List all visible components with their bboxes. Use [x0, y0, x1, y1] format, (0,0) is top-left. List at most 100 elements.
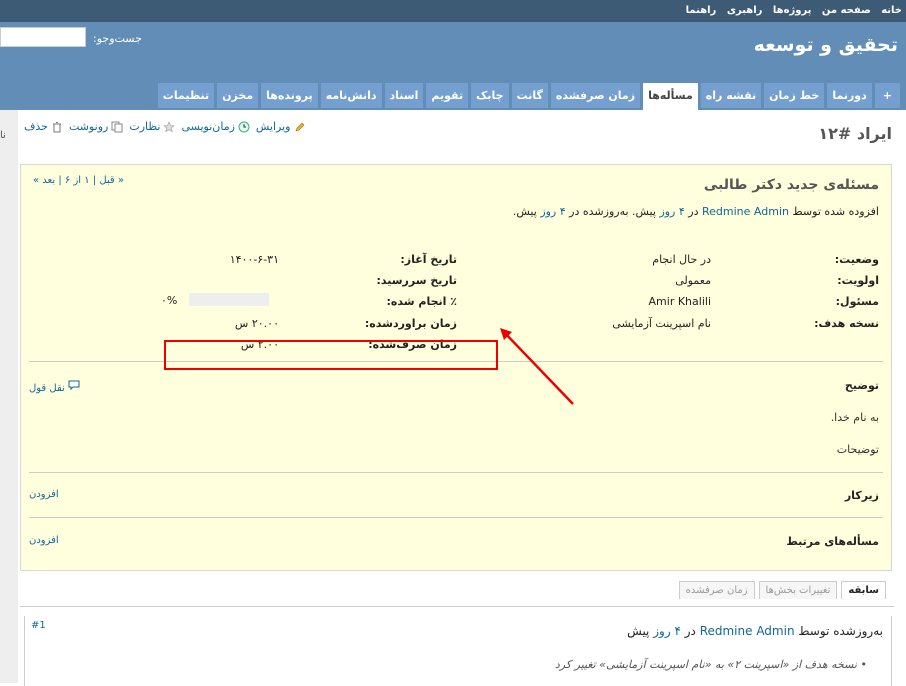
target-version-label: نسخه هدف: — [814, 317, 879, 330]
top-menu-projects[interactable]: پروژه‌ها — [773, 5, 812, 16]
copy-icon — [111, 121, 123, 132]
edit-label: ویرایش — [255, 120, 291, 133]
tab-property-changes[interactable]: تغییرات بخش‌ها — [758, 581, 838, 599]
journal-mid: در — [684, 624, 696, 638]
header: تحقیق و توسعه جست‌وجو: + دورنما خط زمان … — [0, 22, 906, 110]
tab-roadmap[interactable]: نقشه راه — [700, 83, 762, 108]
top-menu-my-page[interactable]: صفحه من — [822, 5, 871, 16]
target-version-value[interactable]: نام اسپرینت آزمایشی — [612, 317, 711, 330]
comment-icon — [68, 380, 80, 391]
tab-overview[interactable]: دورنما — [827, 83, 872, 108]
author-mid: در — [688, 205, 699, 218]
start-date-value: ۱۴۰۰-۶-۳۱ — [229, 253, 279, 266]
assignee-label[interactable]: مسئول: — [836, 295, 879, 308]
sidebar-strip: نا — [0, 110, 18, 683]
estimated-time-value: ۲۰.۰۰ س — [234, 317, 279, 330]
journal-header: به‌روزشده توسط Redmine Admin در ۴ روز پی… — [627, 624, 883, 638]
subtasks-title: زیرکار — [844, 489, 879, 502]
due-date-label: تاریخ سررسید: — [376, 274, 457, 287]
updated-ago-link[interactable]: ۴ روز — [540, 205, 565, 218]
tab-new[interactable]: + — [874, 83, 900, 108]
author-mid2: پیش. به‌روزشده در — [569, 205, 656, 218]
tab-issues[interactable]: مسأله‌ها — [643, 83, 698, 110]
log-time-link[interactable]: زمان‌نویسی — [181, 120, 250, 133]
main-menu-tabs: + دورنما خط زمان نقشه راه مسأله‌ها زمان … — [157, 83, 900, 110]
added-ago-link[interactable]: ۴ روز — [659, 205, 684, 218]
author-line: افزوده شده توسط Redmine Admin در ۴ روز پ… — [513, 205, 879, 218]
watch-link[interactable]: نظارت — [129, 120, 176, 133]
log-time-label: زمان‌نویسی — [181, 120, 235, 133]
author-suffix: پیش. — [512, 205, 537, 218]
tab-repository[interactable]: مخزن — [217, 83, 259, 108]
top-menu-home[interactable]: خانه — [881, 5, 902, 16]
journal-number[interactable]: #1 — [31, 620, 46, 631]
search-label: جست‌وجو: — [93, 32, 142, 45]
history-tabs: سابقه تغییرات بخش‌ها زمان صرفشده — [678, 581, 886, 599]
priority-label: اولویت: — [837, 274, 879, 287]
status-value: در حال انجام — [652, 253, 711, 266]
main-content: ایراد #۱۲ ویرایش زمان‌نویسی نظارت رونوشت… — [18, 110, 906, 686]
quote-link[interactable]: نقل قول — [29, 379, 80, 394]
search-input[interactable] — [0, 27, 86, 47]
sidebar-strip-text: نا — [0, 130, 6, 141]
tab-documents[interactable]: اسناد — [384, 83, 424, 108]
divider — [29, 517, 883, 518]
journal-author-link[interactable]: Redmine Admin — [700, 624, 795, 638]
quote-label: نقل قول — [29, 383, 65, 394]
annotation-highlight-box — [164, 340, 498, 370]
issue-actions: ویرایش زمان‌نویسی نظارت رونوشت حذف — [24, 120, 306, 133]
start-date-label: تاریخ آغاز: — [400, 253, 457, 266]
tab-calendar[interactable]: تقویم — [426, 83, 469, 108]
estimated-time-label: زمان براوردشده: — [364, 317, 457, 330]
copy-label: رونوشت — [68, 120, 109, 133]
tab-agile[interactable]: چابک — [471, 83, 509, 108]
author-link[interactable]: Redmine Admin — [702, 205, 789, 218]
journal-detail: • نسخه هدف از «اسپرینت ۲» به «نام اسپرین… — [555, 658, 867, 671]
divider — [29, 472, 883, 473]
top-menu-administration[interactable]: راهبری — [727, 5, 763, 16]
edit-link[interactable]: ویرایش — [256, 120, 306, 133]
tab-history[interactable]: سابقه — [841, 581, 886, 599]
description-line-2: توضیحات — [836, 443, 879, 456]
journal-suffix: پیش — [627, 624, 650, 638]
description-title: توضیح — [844, 379, 879, 392]
add-subtask-link[interactable]: افزودن — [29, 489, 59, 500]
tab-settings[interactable]: تنظیمات — [157, 83, 215, 108]
priority-value: معمولی — [675, 274, 711, 287]
tab-gantt[interactable]: گانت — [511, 83, 548, 108]
delete-link[interactable]: حذف — [24, 120, 63, 133]
tab-activity[interactable]: خط زمان — [764, 83, 825, 108]
related-issues-title: مسأله‌های مرتبط — [786, 535, 879, 548]
add-relation-link[interactable]: افزودن — [29, 535, 59, 546]
prev-next-nav[interactable]: « قبل | ۱ از ۶ | بعد » — [33, 175, 124, 186]
journal-prefix: به‌روزشده توسط — [798, 624, 883, 638]
top-menu-items: خانه صفحه من پروژه‌ها راهبری راهنما — [679, 5, 902, 16]
issue-subject: مسئله‌ی جدید دکتر طالبی — [703, 177, 879, 193]
description-line-1: به نام خدا. — [830, 411, 879, 424]
done-ratio-label[interactable]: ٪ انجام شده: — [387, 295, 457, 308]
history-divider — [20, 606, 894, 607]
bullet-icon: • — [860, 658, 868, 671]
tab-spent-time[interactable]: زمان صرفشده — [550, 83, 641, 108]
star-icon — [163, 120, 176, 132]
tab-files[interactable]: پرونده‌ها — [261, 83, 318, 108]
tab-time-entries[interactable]: زمان صرفشده — [678, 581, 755, 599]
status-label[interactable]: وضعیت: — [835, 253, 879, 266]
author-prefix: افزوده شده توسط — [792, 205, 879, 218]
issue-title: ایراد #۱۲ — [818, 124, 892, 143]
copy-link[interactable]: رونوشت — [69, 120, 123, 133]
issue-details: « قبل | ۱ از ۶ | بعد » مسئله‌ی جدید دکتر… — [20, 164, 892, 571]
project-title: تحقیق و توسعه — [753, 34, 898, 56]
top-menu: خانه صفحه من پروژه‌ها راهبری راهنما — [0, 0, 906, 22]
clock-icon — [238, 121, 250, 132]
journal-entry: به‌روزشده توسط Redmine Admin در ۴ روز پی… — [24, 616, 892, 686]
top-menu-help[interactable]: راهنما — [686, 5, 717, 16]
tab-wiki[interactable]: دانش‌نامه — [320, 83, 382, 108]
journal-ago-link[interactable]: ۴ روز — [653, 624, 681, 638]
watch-label: نظارت — [129, 120, 161, 133]
annotation-arrow — [500, 328, 574, 405]
done-ratio-progress-bar — [189, 293, 269, 306]
assignee-value[interactable]: Amir Khalili — [649, 295, 711, 308]
done-ratio-value: ۰% — [161, 294, 178, 307]
trash-icon — [52, 121, 61, 132]
